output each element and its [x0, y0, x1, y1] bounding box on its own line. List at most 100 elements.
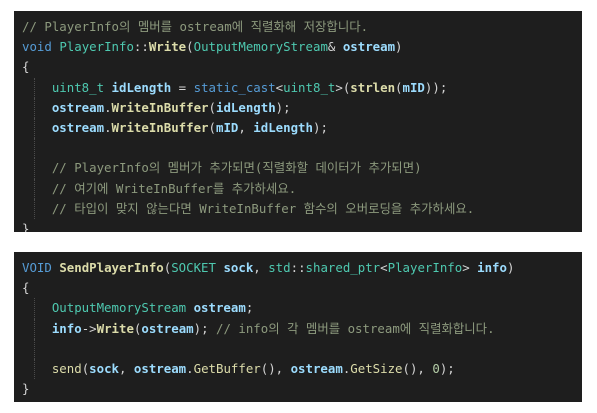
code-token: // 여기에 WriteInBuffer를 추가하세요.	[51, 180, 297, 196]
code-token: ,	[253, 260, 269, 275]
indent-guide	[34, 298, 35, 319]
code-token: OutputMemoryStream	[193, 39, 328, 55]
indent-guide	[34, 117, 35, 139]
code-token: sock	[223, 260, 254, 275]
code-line	[22, 338, 582, 359]
code-token: ostream	[51, 119, 105, 135]
code-token: );	[275, 99, 291, 115]
code-token: VOID	[22, 260, 52, 275]
indent-guide	[34, 138, 35, 159]
code-token: }	[22, 381, 30, 397]
code-token: ,	[238, 119, 254, 135]
code-token: (	[208, 119, 216, 135]
code-token: (	[395, 79, 403, 95]
code-token: .	[104, 99, 112, 115]
code-token: SOCKET	[171, 260, 216, 275]
code-line: ostream.WriteInBuffer(idLength);	[22, 97, 582, 118]
code-token: <	[380, 260, 388, 275]
code-line: {	[22, 278, 582, 298]
code-token: ::	[290, 260, 306, 275]
code-token: info	[51, 320, 82, 336]
indent-guide	[34, 338, 35, 359]
indent-guide	[34, 178, 35, 199]
code-token: (	[208, 99, 216, 115]
code-token: ,	[119, 360, 134, 376]
code-line: }	[22, 379, 582, 399]
code-token: SendPlayerInfo	[59, 260, 164, 275]
code-token: ostream	[290, 360, 343, 376]
code-token: WriteInBuffer	[111, 119, 209, 135]
code-token: PlayerInfo	[387, 260, 463, 275]
code-token: (),	[260, 360, 291, 376]
code-line: // 타입이 맞지 않는다면 WriteInBuffer 함수의 오버로딩을 추…	[22, 198, 582, 219]
code-token: OutputMemoryStream	[51, 300, 187, 316]
code-token: idLength	[215, 99, 276, 115]
code-token: >(	[335, 79, 351, 95]
indent-guide	[34, 97, 35, 118]
code-token: ostream	[141, 320, 194, 336]
code-block-player-info-write: // PlayerInfo의 멤버를 ostream에 직렬화해 저장합니다. v…	[14, 11, 582, 232]
code-token: uint8_t	[283, 79, 336, 95]
code-token: strlen	[350, 79, 396, 95]
code-token: shared_ptr	[305, 260, 381, 275]
code-token: Write	[148, 39, 187, 55]
code-line: ostream.WriteInBuffer(mID, idLength);	[22, 117, 582, 139]
code-token: WriteInBuffer	[111, 99, 209, 115]
code-line: info->Write(ostream); // info의 각 멤버를 ost…	[22, 318, 582, 339]
code-line: // 여기에 WriteInBuffer를 추가하세요.	[22, 178, 582, 199]
code-token: )	[395, 39, 403, 55]
code-token: mID	[215, 119, 239, 135]
code-token: );	[439, 360, 455, 376]
code-token: ostream	[133, 360, 187, 376]
code-line: // PlayerInfo의 멤버를 ostream에 직렬화해 저장합니다.	[22, 17, 582, 37]
code-token: idLength	[253, 119, 313, 135]
code-token: ::	[133, 39, 149, 55]
code-token: PlayerInfo	[59, 39, 134, 55]
code-line	[22, 138, 582, 159]
code-line: }	[22, 219, 582, 232]
code-token: mID	[402, 79, 425, 95]
code-line: uint8_t idLength = static_cast<uint8_t>(…	[22, 77, 582, 98]
code-token: ostream	[342, 39, 396, 55]
indent-guide	[34, 358, 35, 380]
code-token: // PlayerInfo의 멤버를 ostream에 직렬화해 저장합니다.	[22, 19, 369, 34]
code-token: uint8_t	[51, 79, 105, 95]
code-token: send	[51, 360, 82, 376]
code-token: ));	[424, 79, 448, 95]
code-token: Write	[96, 320, 134, 336]
code-token: (),	[402, 360, 433, 376]
code-token: {	[22, 59, 30, 75]
indent-guide	[34, 198, 35, 219]
indent-guide	[34, 158, 35, 179]
code-token: // 타입이 맞지 않는다면 WriteInBuffer 함수의 오버로딩을 추…	[51, 200, 475, 216]
code-line: VOID SendPlayerInfo(SOCKET sock, std::sh…	[22, 258, 582, 278]
code-token: .	[104, 119, 112, 135]
code-token: >	[462, 260, 478, 275]
code-line: // PlayerInfo의 멤버가 추가되면(직렬화할 데이터가 추가되면)	[22, 158, 582, 179]
code-token: )	[506, 260, 515, 275]
code-token: .	[186, 360, 194, 376]
code-token: GetSize	[350, 360, 403, 376]
code-token: ;	[245, 300, 254, 316]
indent-guide	[34, 77, 35, 98]
code-token: GetBuffer	[193, 360, 261, 376]
code-token: idLength	[111, 79, 172, 95]
code-token: }	[22, 220, 30, 232]
code-line: void PlayerInfo::Write(OutputMemoryStrea…	[22, 37, 582, 57]
code-line: OutputMemoryStream ostream;	[22, 298, 582, 319]
code-token: );	[312, 119, 328, 135]
code-token: static_cast	[193, 79, 276, 95]
code-block-send-player-info: VOID SendPlayerInfo(SOCKET sock, std::sh…	[14, 252, 582, 402]
code-line: send(sock, ostream.GetBuffer(), ostream.…	[22, 358, 582, 380]
code-token: info	[477, 260, 507, 275]
code-token: sock	[89, 360, 119, 376]
code-token: &	[327, 39, 343, 55]
code-token: ostream	[193, 300, 246, 316]
code-token: =	[171, 79, 194, 95]
code-token: (	[186, 39, 194, 55]
code-token: void	[22, 39, 52, 55]
code-token: std	[268, 260, 291, 275]
code-token: );	[193, 320, 216, 336]
